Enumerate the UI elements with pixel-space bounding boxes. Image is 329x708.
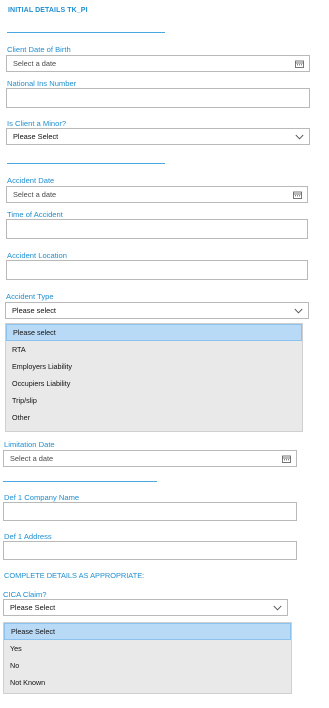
chevron-down-icon [270, 605, 284, 611]
dropdown-option[interactable]: Occupiers Liability [6, 375, 302, 392]
dropdown-option[interactable]: No [4, 657, 291, 674]
limitation-date-placeholder: Select a date [10, 454, 54, 463]
is-minor-value: Please Select [13, 132, 59, 141]
time-of-accident-label: Time of Accident [7, 210, 63, 219]
section-divider [3, 481, 157, 482]
cica-claim-dropdown: Please Select Yes No Not Known [3, 622, 292, 694]
dropdown-option[interactable]: Other [6, 409, 302, 426]
calendar-icon [292, 60, 306, 68]
national-ins-label: National Ins Number [7, 79, 77, 88]
dropdown-option[interactable]: Trip/slip [6, 392, 302, 409]
def1-company-label: Def 1 Company Name [4, 493, 80, 502]
dropdown-option[interactable]: Please select [6, 324, 302, 341]
calendar-icon [290, 191, 304, 199]
section-divider [7, 163, 165, 164]
accident-type-select[interactable]: Please select [5, 302, 309, 319]
accident-date-label: Accident Date [7, 176, 55, 185]
accident-type-value: Please select [12, 306, 56, 315]
dropdown-option[interactable]: Yes [4, 640, 291, 657]
cica-claim-label: CICA Claim? [3, 590, 47, 599]
client-dob-label: Client Date of Birth [7, 45, 71, 54]
cica-claim-select[interactable]: Please Select [3, 599, 288, 616]
accident-location-input[interactable] [6, 260, 308, 280]
dropdown-option[interactable]: Please Select [4, 623, 291, 640]
cica-claim-value: Please Select [10, 603, 56, 612]
is-minor-label: Is Client a Minor? [7, 119, 67, 128]
dropdown-option[interactable]: RTA [6, 341, 302, 358]
dropdown-option[interactable]: Not Known [4, 674, 291, 691]
limitation-date-label: Limitation Date [4, 440, 55, 449]
limitation-date-picker[interactable]: Select a date [3, 450, 297, 467]
is-minor-select[interactable]: Please Select [6, 128, 310, 145]
accident-date-placeholder: Select a date [13, 190, 57, 199]
accident-type-label: Accident Type [6, 292, 54, 301]
national-ins-input[interactable] [6, 88, 310, 108]
def1-address-input[interactable] [3, 541, 297, 560]
def1-address-label: Def 1 Address [4, 532, 52, 541]
accident-type-dropdown: Please select RTA Employers Liability Oc… [5, 323, 303, 432]
accident-date-picker[interactable]: Select a date [6, 186, 308, 203]
def1-company-input[interactable] [3, 502, 297, 521]
complete-details-heading: COMPLETE DETAILS AS APPROPRIATE: [4, 571, 145, 580]
form-title: INITIAL DETAILS TK_PI [8, 7, 88, 14]
accident-location-label: Accident Location [7, 251, 67, 260]
chevron-down-icon [292, 134, 306, 140]
time-of-accident-input[interactable] [6, 219, 308, 239]
section-divider [7, 32, 165, 33]
chevron-down-icon [291, 308, 305, 314]
client-dob-placeholder: Select a date [13, 59, 57, 68]
calendar-icon [279, 455, 293, 463]
dropdown-option[interactable]: Employers Liability [6, 358, 302, 375]
client-dob-picker[interactable]: Select a date [6, 55, 310, 72]
